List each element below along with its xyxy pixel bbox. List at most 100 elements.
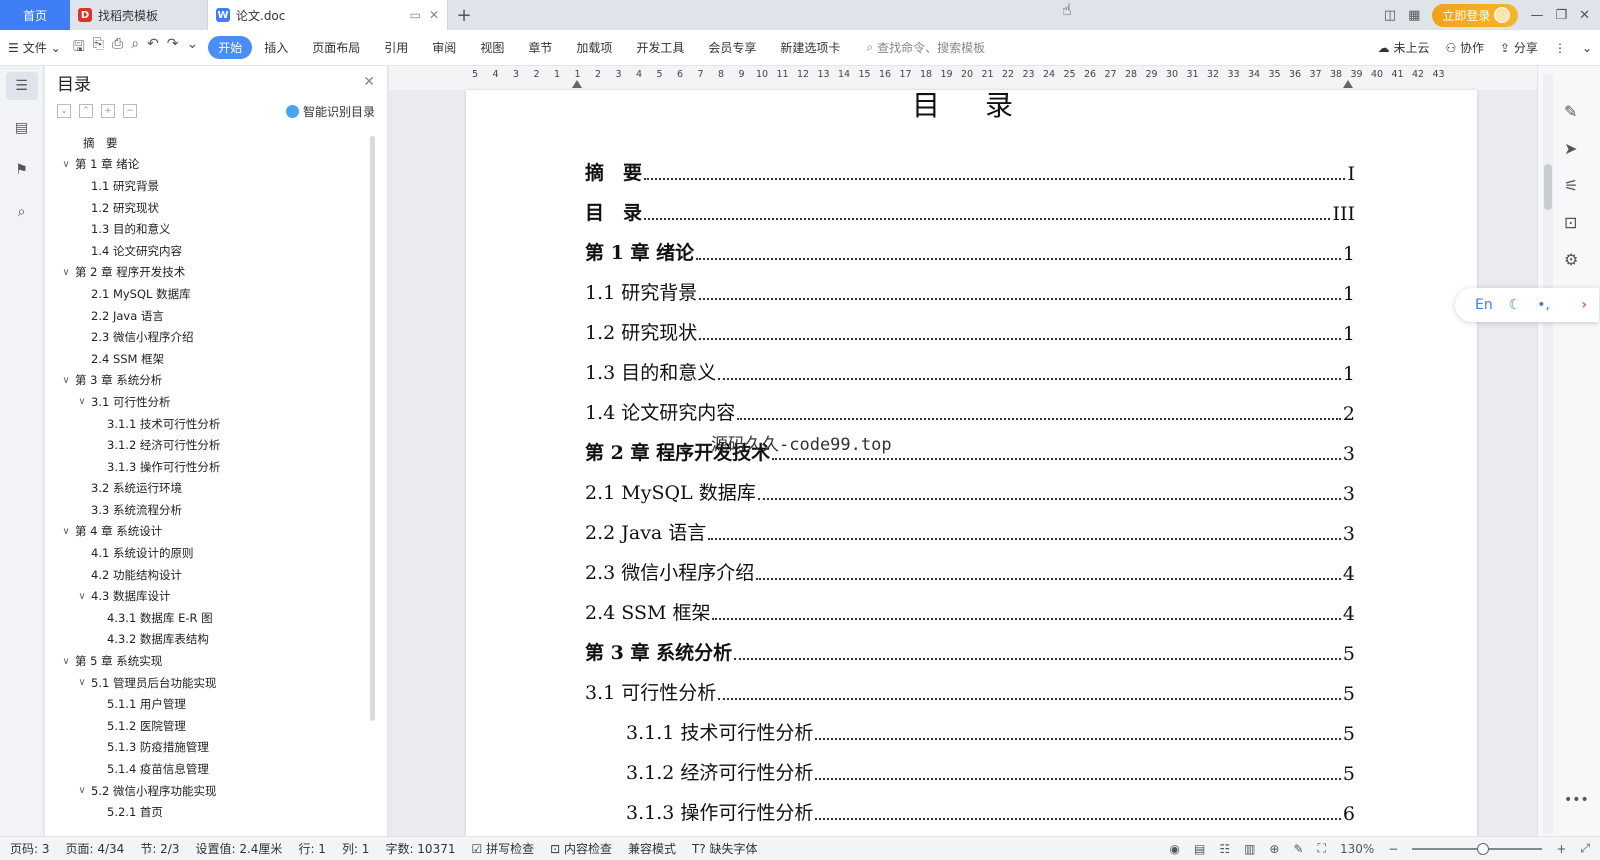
outline-item[interactable]: 摘 要 xyxy=(45,132,370,154)
menu-addins[interactable]: 加载项 xyxy=(564,36,624,59)
tab-document[interactable]: W 论文.doc ▭ ✕ xyxy=(208,0,448,30)
chevron-down-icon[interactable]: ∨ xyxy=(75,677,89,688)
scrollbar-thumb[interactable] xyxy=(1544,164,1552,210)
apps-grid-icon[interactable]: ▦ xyxy=(1408,8,1420,23)
minimize-icon[interactable]: — xyxy=(1530,8,1543,23)
tab-template[interactable]: D 找稻壳模板 xyxy=(70,0,208,30)
undo-icon[interactable]: ↶ xyxy=(147,36,159,60)
moon-icon[interactable]: ☾ xyxy=(1509,297,1522,313)
tab-close-icon[interactable]: ✕ xyxy=(429,8,439,22)
chevron-down-icon[interactable]: ∨ xyxy=(75,396,89,407)
outline-item[interactable]: 5.1.1 用户管理 xyxy=(45,693,370,715)
more-dots-icon[interactable]: ••• xyxy=(1564,792,1589,808)
toc-entry[interactable]: 摘 要I xyxy=(585,152,1355,192)
redo-icon[interactable]: ↷ xyxy=(167,36,179,60)
zoom-slider[interactable] xyxy=(1412,842,1543,855)
outline-item[interactable]: ∨ 第 5 章 系统实现 xyxy=(45,650,370,672)
chevron-right-icon[interactable]: › xyxy=(1581,297,1587,313)
outline-item[interactable]: 5.1.4 疫苗信息管理 xyxy=(45,758,370,780)
outline-item[interactable]: 3.1.2 经济可行性分析 xyxy=(45,434,370,456)
outline-item[interactable]: 5.1.2 医院管理 xyxy=(45,715,370,737)
toc-entry[interactable]: 2.1 MySQL 数据库 3 xyxy=(585,472,1355,512)
outline-item[interactable]: 4.1 系统设计的原则 xyxy=(45,542,370,564)
chevron-down-icon[interactable]: ∨ xyxy=(59,656,73,667)
outline-item[interactable]: 1.4 论文研究内容 xyxy=(45,240,370,262)
tab-home[interactable]: 首页 xyxy=(0,0,70,30)
toc-entry[interactable]: 第 3 章 系统分析 5 xyxy=(585,632,1355,672)
close-icon[interactable]: ✕ xyxy=(363,74,375,90)
chevron-down-icon[interactable]: ∨ xyxy=(75,591,89,602)
missing-font[interactable]: T? 缺失字体 xyxy=(692,840,758,857)
outline-view-icon[interactable]: ☷ xyxy=(1219,842,1230,856)
toc-entry[interactable]: 3.1.3 操作可行性分析 6 xyxy=(585,792,1355,832)
menu-home[interactable]: 开始 xyxy=(208,36,253,59)
collapse-ribbon-icon[interactable]: ⌄ xyxy=(1582,41,1592,55)
outline-item[interactable]: 4.3.2 数据库表结构 xyxy=(45,629,370,651)
menu-new-tab[interactable]: 新建选项卡 xyxy=(768,36,852,59)
expand-all-icon[interactable]: ⌄ xyxy=(57,104,71,118)
document-page[interactable]: 目 录 摘 要I目 录 III 第 1 章 绪论 1 1.1 研究背景 1 1.2 研究现状… xyxy=(466,89,1477,836)
menu-developer[interactable]: 开发工具 xyxy=(624,36,696,59)
fullscreen-icon[interactable]: ⤢ xyxy=(1580,841,1590,856)
toc-entry[interactable]: 2.3 微信小程序介绍 4 xyxy=(585,552,1355,592)
outline-item[interactable]: ∨ 第 3 章 系统分析 xyxy=(45,370,370,392)
smart-toc-button[interactable]: 智能识别目录 xyxy=(285,103,375,120)
menu-member[interactable]: 会员专享 xyxy=(696,36,768,59)
promote-icon[interactable]: + xyxy=(101,104,115,118)
toc-entry[interactable]: 第 2 章 程序开发技术 3 xyxy=(585,432,1355,472)
zoom-in-icon[interactable]: + xyxy=(1556,842,1566,856)
chevron-down-icon[interactable]: ∨ xyxy=(59,159,73,170)
vertical-scrollbar[interactable] xyxy=(1543,74,1553,834)
outline-item[interactable]: 3.1.3 操作可行性分析 xyxy=(45,456,370,478)
toc-entry[interactable]: 3.1.1 技术可行性分析 5 xyxy=(585,712,1355,752)
customize-icon[interactable]: ⌄ xyxy=(187,36,199,60)
spell-check[interactable]: ☑ 拼写检查 xyxy=(471,840,534,857)
write-view-icon[interactable]: ✎ xyxy=(1293,842,1303,856)
toc-entry[interactable]: 第 1 章 绪论 1 xyxy=(585,232,1355,272)
toc-entry[interactable]: 3.1 可行性分析 5 xyxy=(585,672,1355,712)
collapse-all-icon[interactable]: ⌃ xyxy=(79,104,93,118)
image-tool-icon[interactable]: ⊡ xyxy=(1564,213,1578,232)
chevron-down-icon[interactable]: ∨ xyxy=(59,526,73,537)
select-cursor-icon[interactable]: ➤ xyxy=(1564,139,1578,158)
outline-item[interactable]: ∨ 第 4 章 系统设计 xyxy=(45,521,370,543)
adjust-icon[interactable]: ⚟ xyxy=(1564,176,1578,195)
fit-page-icon[interactable]: ⛶ xyxy=(1318,841,1326,856)
zoom-level[interactable]: 130% xyxy=(1340,842,1374,856)
share-button[interactable]: ⇪ 分享 xyxy=(1500,39,1538,56)
outline-item[interactable]: 1.3 目的和意义 xyxy=(45,218,370,240)
menu-review[interactable]: 审阅 xyxy=(420,36,468,59)
demote-icon[interactable]: − xyxy=(123,104,137,118)
outline-item[interactable]: 1.1 研究背景 xyxy=(45,175,370,197)
status-page[interactable]: 页面: 4/34 xyxy=(66,840,125,857)
ai-tool-icon[interactable]: ⚙ xyxy=(1564,250,1578,269)
section-nav-icon[interactable]: ▤ xyxy=(6,114,38,142)
zoom-out-icon[interactable]: − xyxy=(1388,842,1398,856)
lang-toggle[interactable]: En xyxy=(1475,297,1493,313)
menu-view[interactable]: 视图 xyxy=(468,36,516,59)
print-icon[interactable]: ⎙ xyxy=(112,36,123,60)
eye-protect-icon[interactable]: ◉ xyxy=(1169,842,1179,856)
outline-item[interactable]: ∨ 3.1 可行性分析 xyxy=(45,391,370,413)
new-tab-button[interactable]: + xyxy=(448,0,480,30)
menu-section[interactable]: 章节 xyxy=(516,36,564,59)
outline-item[interactable]: 3.1.1 技术可行性分析 xyxy=(45,413,370,435)
punct-icon[interactable]: •, xyxy=(1537,297,1550,313)
status-words[interactable]: 字数: 10371 xyxy=(385,840,455,857)
menu-page-layout[interactable]: 页面布局 xyxy=(300,36,372,59)
chevron-down-icon[interactable]: ∨ xyxy=(75,785,89,796)
outline-item[interactable]: 3.2 系统运行环境 xyxy=(45,478,370,500)
toc-entry[interactable]: 1.3 目的和意义 1 xyxy=(585,352,1355,392)
outline-item[interactable]: ∨ 第 1 章 绪论 xyxy=(45,154,370,176)
outline-item[interactable]: ∨ 4.3 数据库设计 xyxy=(45,585,370,607)
outline-item[interactable]: 2.3 微信小程序介绍 xyxy=(45,326,370,348)
web-view-icon[interactable]: ⊕ xyxy=(1269,842,1279,856)
outline-item[interactable]: ∨ 5.2 微信小程序功能实现 xyxy=(45,780,370,802)
close-window-icon[interactable]: ✕ xyxy=(1579,8,1590,23)
outline-item[interactable]: 2.1 MySQL 数据库 xyxy=(45,283,370,305)
menu-references[interactable]: 引用 xyxy=(372,36,420,59)
toc-entry[interactable]: 2.2 Java 语言 3 xyxy=(585,512,1355,552)
toc-entry[interactable]: 1.4 论文研究内容 2 xyxy=(585,392,1355,432)
outline-toggle-icon[interactable]: ☰ xyxy=(5,72,38,100)
page-view-icon[interactable]: ▤ xyxy=(1194,842,1205,856)
